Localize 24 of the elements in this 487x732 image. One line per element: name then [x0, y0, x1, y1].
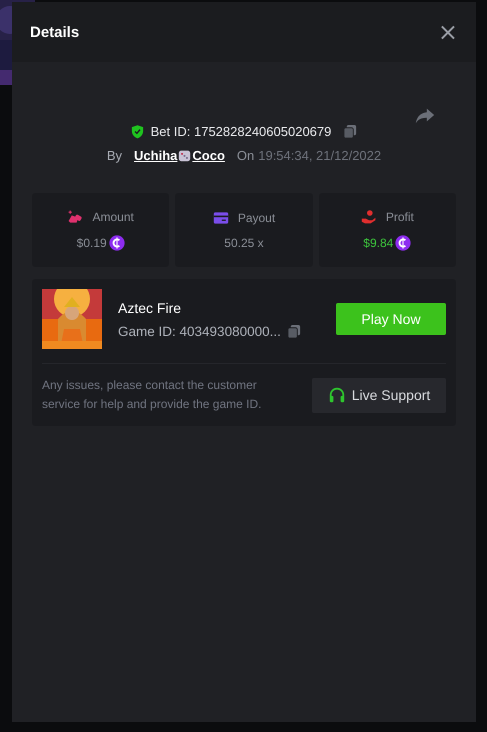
by-label: By	[106, 148, 122, 163]
bet-id: Bet ID: 1752828240605020679	[150, 124, 332, 139]
dialog-title: Details	[30, 24, 80, 40]
stat-value: $9.84	[363, 236, 394, 250]
stat-label: Payout	[238, 211, 276, 225]
hand-coin-icon	[360, 209, 377, 225]
close-button[interactable]: ×	[438, 20, 458, 44]
stat-label: Amount	[92, 210, 134, 224]
game-name: Aztec Fire	[118, 300, 182, 316]
bet-time: 19:54:34, 21/12/2022	[258, 148, 382, 163]
on-label: On	[236, 148, 254, 163]
user-link[interactable]: Uchiha Coco	[134, 148, 225, 163]
stat-label: Profit	[386, 210, 414, 224]
coins-icon	[67, 209, 84, 225]
support-note: Any issues, please contact the customer service for help and provide the game ID.	[42, 377, 262, 413]
game-id: Game ID: 403493080000...	[118, 324, 281, 338]
copy-icon[interactable]	[343, 124, 358, 139]
live-support-button[interactable]: Live Support	[312, 378, 446, 412]
stat-value: $0.19	[76, 236, 107, 250]
headset-icon	[328, 386, 346, 404]
stat-value: 50.25 x	[224, 236, 264, 250]
card-icon	[212, 210, 229, 226]
dice-icon	[178, 149, 192, 162]
copy-icon[interactable]	[286, 324, 302, 338]
